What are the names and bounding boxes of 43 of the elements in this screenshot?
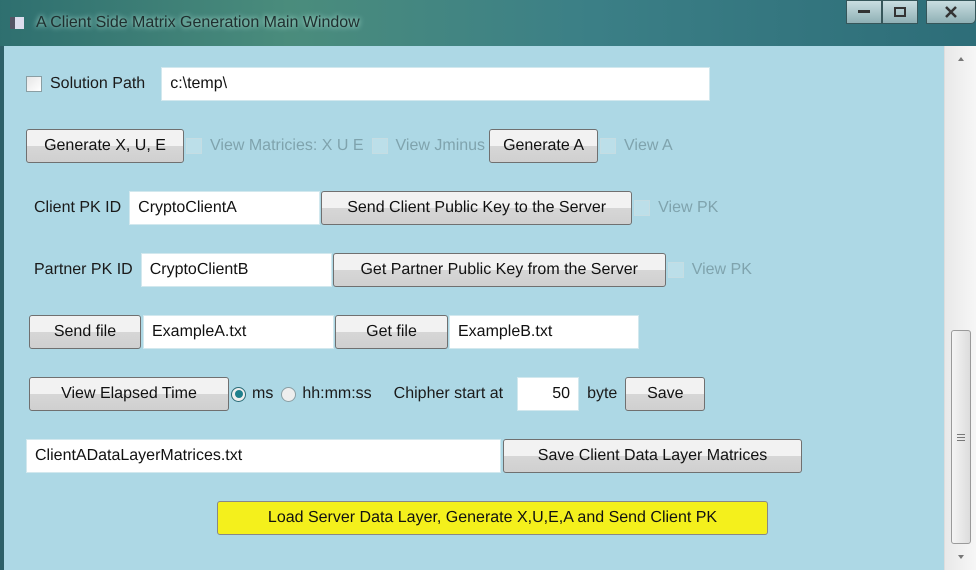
checkbox-label: View PK	[692, 261, 752, 279]
action-button[interactable]: Generate X, U, E	[26, 129, 184, 163]
action-button[interactable]: Load Server Data Layer, Generate X,U,E,A and Send Client PK	[217, 501, 768, 535]
minimize-button[interactable]	[846, 0, 882, 24]
field-label: Client PK ID	[34, 199, 122, 217]
text-field[interactable]: ExampleB.txt	[449, 315, 639, 349]
action-button[interactable]: Save	[625, 377, 706, 411]
checkbox-label: View Jminus	[396, 137, 486, 155]
field-label: Chipher start at	[394, 385, 504, 403]
radio-label: ms	[252, 385, 274, 403]
field-label: byte	[587, 385, 618, 403]
checkbox-label: View Matricies: X U E	[210, 137, 364, 155]
action-button[interactable]: Get Partner Public Key from the Server	[332, 253, 666, 287]
action-button[interactable]: Send Client Public Key to the Server	[321, 191, 632, 225]
checkbox[interactable]	[26, 76, 42, 92]
checkbox-label: View A	[624, 137, 673, 155]
maximize-icon	[894, 7, 906, 17]
number-field[interactable]: 50	[517, 377, 580, 411]
radio-button[interactable]	[231, 386, 246, 402]
action-button[interactable]: Generate A	[489, 129, 598, 163]
radio-button[interactable]	[281, 386, 296, 402]
action-button[interactable]: Save Client Data Layer Matrices	[503, 439, 802, 473]
text-field[interactable]: CryptoClientA	[129, 191, 320, 225]
window-title: A Client Side Matrix Generation Main Window	[36, 14, 360, 32]
radio-label: hh:mm:ss	[302, 385, 372, 403]
minimize-icon	[858, 10, 870, 14]
text-field[interactable]: ExampleA.txt	[143, 315, 334, 349]
text-field[interactable]: ClientADataLayerMatrices.txt	[26, 439, 501, 473]
action-button[interactable]: Send file	[29, 315, 141, 349]
scrollbar[interactable]	[944, 46, 976, 570]
action-button[interactable]: View Elapsed Time	[29, 377, 229, 411]
action-button[interactable]: Get file	[335, 315, 448, 349]
checkbox-label: View PK	[658, 199, 718, 217]
field-label: Partner PK ID	[34, 261, 133, 279]
scroll-thumb[interactable]	[950, 330, 970, 544]
text-field[interactable]: c:\temp\	[161, 67, 710, 101]
maximize-button[interactable]	[882, 0, 918, 24]
text-field[interactable]: CryptoClientB	[140, 253, 332, 287]
close-button[interactable]	[926, 0, 976, 24]
grip-icon	[956, 434, 964, 440]
close-icon	[945, 6, 957, 18]
window-icon	[10, 17, 24, 29]
checkbox-label: Solution Path	[50, 75, 146, 93]
